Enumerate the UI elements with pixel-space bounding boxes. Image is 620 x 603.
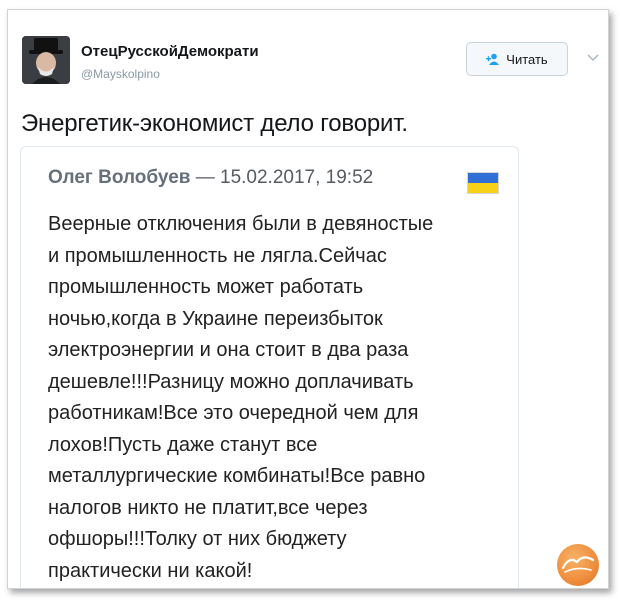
quote-line: работникам!Все это очередной чем для [48,402,419,424]
quote-line: электроэнергии и она стоит в два раза [48,339,409,361]
quote-line: металлургические комбинаты!Все равно [48,465,426,487]
author-name[interactable]: ОтецРусскойДемократи [81,43,259,60]
quote-line: лохов!Пусть даже станут все [48,433,318,456]
quote-line: дешевле!!!Разницу можно доплачивать [48,370,414,393]
follow-button[interactable]: Читать [466,42,568,76]
quote-line: ночью,когда в Украине переизбыток [48,307,383,330]
quote-header: Олег Волобуев — 15.02.2017, 19:52 [48,167,373,189]
quote-line: Веерные отключения были в девяностые [48,213,434,235]
quote-body: Веерные отключения были в девяностые и п… [48,209,503,587]
author-handle[interactable]: @Mayskolpino [81,67,160,81]
watermark-logo [557,544,599,586]
chevron-down-icon[interactable] [586,50,600,64]
ukraine-flag-icon [467,172,499,194]
quote-line: налогов никто не платит,все через [48,496,368,519]
quote-line: промышленность может работать [48,276,364,298]
quote-line: и промышленность не лягла.Сейчас [48,244,387,267]
avatar[interactable] [22,36,70,84]
add-user-icon [486,53,500,65]
tweet-text: Энергетик-экономист дело говорит. [21,110,408,137]
quote-line: офшоры!!!Толку от них бюджету [48,528,347,550]
avatar-image [22,36,70,84]
quote-datetime: 15.02.2017, 19:52 [220,167,374,188]
follow-button-label: Читать [506,51,548,67]
quote-separator: — [195,167,215,188]
tweet-card: ОтецРусскойДемократи @Mayskolpino Читать… [7,9,609,589]
quote-line: практически ни какой! [48,559,253,582]
quote-author[interactable]: Олег Волобуев [48,167,190,188]
quoted-tweet[interactable]: Олег Волобуев — 15.02.2017, 19:52 Веерны… [20,146,519,588]
